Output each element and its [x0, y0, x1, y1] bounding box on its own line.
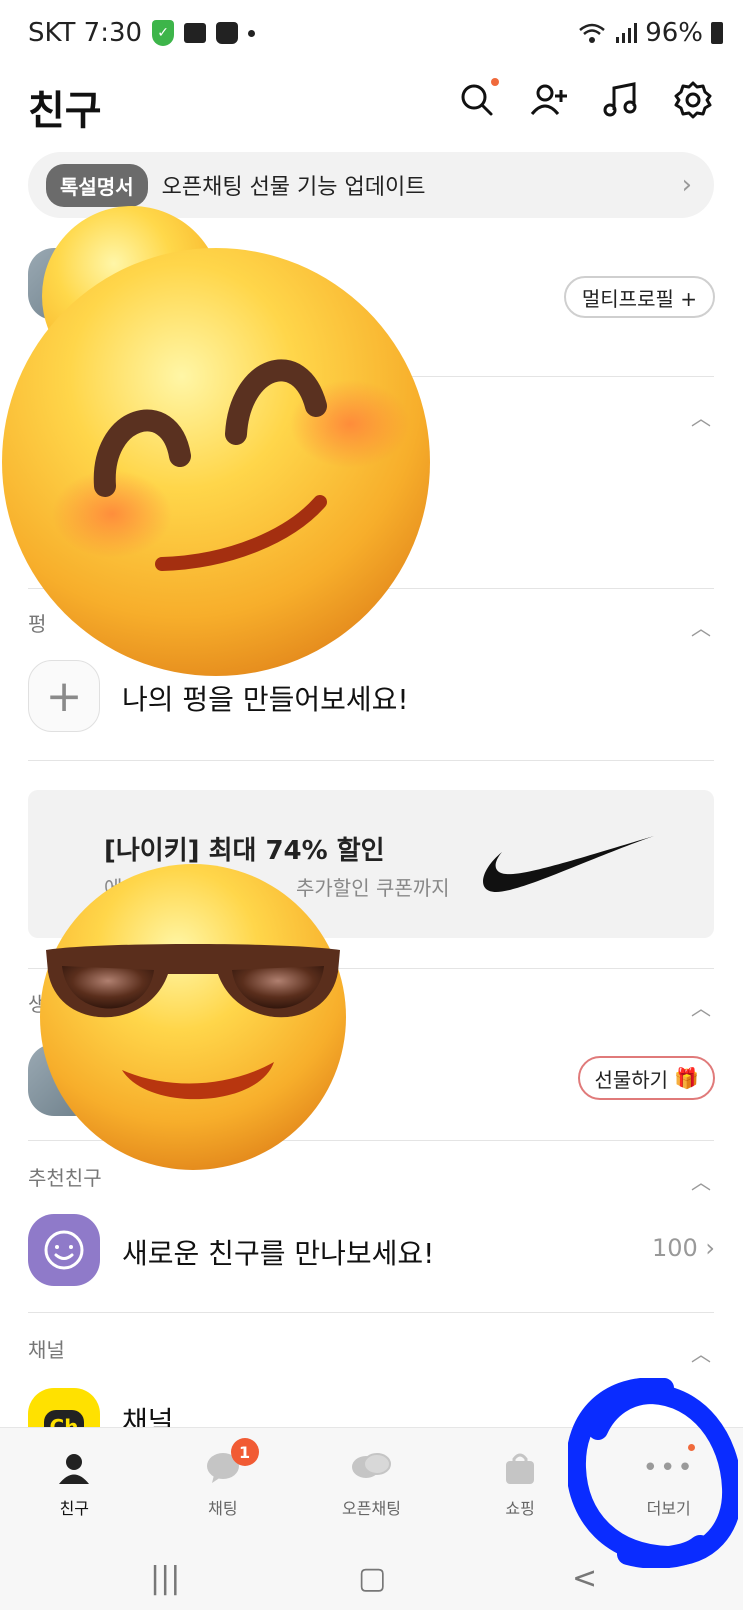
recommend-cta[interactable]: 새로운 친구를 만나보세요!	[122, 1232, 434, 1272]
add-friend-icon	[530, 84, 567, 115]
gift-icon: 🎁	[674, 1066, 699, 1090]
music-icon	[603, 82, 637, 117]
unread-badge: 1	[230, 1438, 259, 1466]
collapse-caret-icon[interactable]: ︿	[691, 612, 711, 641]
notice-text: 오픈채팅 선물 기능 업데이트	[161, 175, 426, 200]
nike-swoosh-logo	[483, 836, 654, 892]
tab-friends[interactable]: 친구	[0, 1428, 149, 1541]
recommend-friend-icon	[28, 1214, 100, 1286]
tab-label: 쇼핑	[505, 1498, 535, 1518]
chevron-right-icon: ›	[705, 1234, 715, 1262]
settings-icon	[674, 81, 712, 119]
dot-icon	[248, 29, 256, 37]
search-icon	[461, 84, 493, 116]
recommend-count[interactable]: 100 ›	[652, 1234, 715, 1262]
tab-label: 채팅	[208, 1498, 238, 1518]
pyeong-cta[interactable]: 나의 펑을 만들어보세요!	[122, 678, 409, 718]
wifi-icon	[579, 23, 606, 43]
smiling-face-emoji	[2, 248, 430, 676]
collapse-caret-icon[interactable]: ︿	[691, 1166, 711, 1195]
shopping-bag-icon	[216, 22, 239, 44]
open-chat-icon	[352, 1452, 392, 1478]
person-icon	[59, 1453, 90, 1484]
home-button[interactable]: ▢	[358, 1561, 386, 1596]
collapse-caret-icon[interactable]: ︿	[691, 1338, 711, 1367]
search-button[interactable]	[457, 78, 499, 124]
add-friend-button[interactable]	[529, 80, 569, 124]
settings-button[interactable]	[673, 80, 713, 124]
notification-dot	[491, 78, 499, 86]
notice-tag: 톡설명서	[46, 163, 148, 207]
battery-text: 96%	[645, 18, 703, 48]
multi-profile-button[interactable]: 멀티프로필 +	[563, 276, 715, 318]
gift-button[interactable]: 선물하기 🎁	[578, 1056, 715, 1100]
recommend-count-value: 100	[651, 1234, 698, 1262]
chevron-right-icon: ›	[681, 170, 692, 200]
gift-label: 선물하기	[594, 1067, 669, 1092]
tab-label: 친구	[59, 1498, 90, 1518]
signal-icon	[616, 23, 638, 43]
divider	[28, 760, 714, 761]
collapse-caret-icon[interactable]: ︿	[691, 402, 711, 431]
header-actions	[457, 78, 713, 124]
status-bar: SKT 7:30 ✓ 96%	[0, 0, 743, 70]
vpn-shield-icon: ✓	[152, 20, 175, 46]
divider	[28, 1312, 714, 1313]
scribble-circle-annotation	[568, 1378, 738, 1568]
section-label-channel: 채널	[28, 1338, 65, 1362]
battery-icon	[711, 22, 723, 44]
gallery-icon	[184, 23, 207, 43]
recents-button[interactable]: |||	[150, 1561, 180, 1596]
plus-icon: +	[45, 670, 83, 722]
tab-chats[interactable]: 1 채팅	[149, 1428, 298, 1541]
smile-icon	[44, 1230, 84, 1270]
carrier-time: SKT 7:30	[28, 18, 143, 48]
music-button[interactable]	[601, 80, 641, 124]
tab-label: 오픈채팅	[342, 1498, 401, 1518]
shopping-icon	[506, 1453, 535, 1484]
collapse-caret-icon[interactable]: ︿	[691, 992, 711, 1021]
tab-open-chat[interactable]: 오픈채팅	[297, 1428, 446, 1541]
page-title: 친구	[28, 88, 102, 134]
sunglasses-emoji	[40, 864, 346, 1170]
